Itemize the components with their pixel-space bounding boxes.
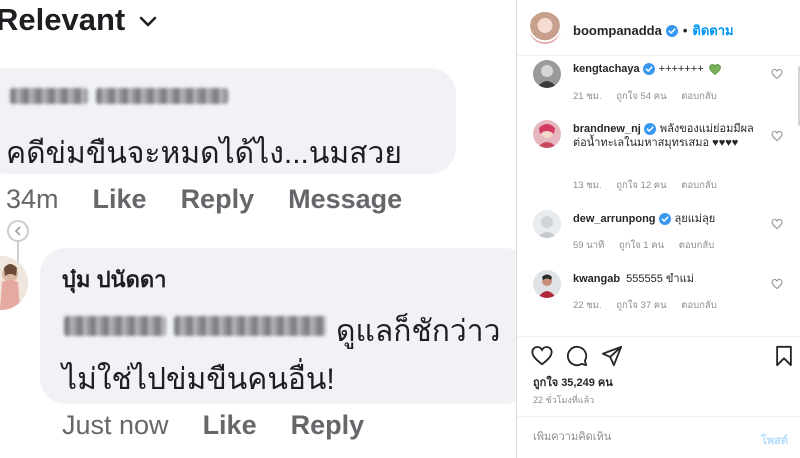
comment-sort-dropdown[interactable]: Relevant (0, 2, 157, 38)
reply-actions: Just now Like Reply (62, 410, 364, 441)
comment-actions: 34m Like Reply Message (6, 184, 402, 215)
avatar[interactable] (529, 12, 561, 44)
verified-badge-icon (642, 63, 655, 76)
comment-text-line: ดูแลก็ชักว่าว (336, 315, 501, 348)
blurred-tagged-name (64, 316, 166, 336)
collapse-thread-icon[interactable] (7, 220, 29, 242)
blurred-tagged-name (174, 316, 326, 336)
comment-like-count[interactable]: ถูกใจ 12 คน (616, 180, 666, 191)
comment-username[interactable]: dew_arrunpong (573, 213, 656, 225)
comment-username[interactable]: kwangab (573, 273, 620, 285)
share-send-icon[interactable] (601, 345, 623, 367)
comment-age: 22 ชม. (573, 300, 602, 311)
comment-meta: 22 ชม. ถูกใจ 37 คน ตอบกลับ (573, 298, 729, 313)
follow-button[interactable]: ติดตาม (692, 20, 733, 41)
comment-item: brandnew_nj พลังของแม่ย่อมมีผลต่อน้ำทะเลใ… (517, 120, 800, 193)
comment-text: 555555 ขำแม่ (626, 273, 694, 285)
verified-badge-icon (665, 24, 678, 37)
comment-item: dew_arrunpong ลุยแม่ลุย 59 นาที ถูกใจ 1 ค… (517, 210, 800, 254)
comment-body: kwangab 555555 ขำแม่ (573, 272, 763, 286)
post-like-count[interactable]: ถูกใจ 35,249 คน (533, 373, 613, 391)
instagram-comments-panel: boompanadda • ติดตาม kengtachaya +++++++ … (516, 0, 800, 458)
like-heart-icon[interactable] (531, 345, 553, 367)
blurred-author-name (10, 88, 88, 104)
comment-age: 13 ชม. (573, 180, 602, 191)
comment-text: ลุยแม่ลุย (674, 213, 716, 225)
comment-author[interactable]: บุ๋ม ปนัดดา (62, 262, 167, 297)
comment-like-count[interactable]: ถูกใจ 1 คน (619, 240, 664, 251)
comment-item: kengtachaya +++++++ 21 ชม. ถูกใจ 54 คน ตอ… (517, 60, 800, 104)
comment-text-line: ไม่ใช่ไปข่มขืนคนอื่น! (62, 363, 335, 396)
post-author: boompanadda • ติดตาม (573, 20, 734, 41)
avatar[interactable] (533, 60, 561, 88)
add-comment-bar: โพสต์ (517, 416, 800, 458)
comment-reply-button[interactable]: ตอบกลับ (681, 91, 717, 102)
like-button[interactable]: Like (93, 184, 147, 215)
heart-outline-icon[interactable] (771, 68, 783, 80)
avatar[interactable] (533, 270, 561, 298)
comment-age: 21 ชม. (573, 91, 602, 102)
add-comment-input[interactable] (533, 431, 733, 443)
sort-label: Relevant (0, 2, 126, 37)
comment-text: คดีข่มขืนจะหมดได้ไง...นมสวย (6, 137, 402, 170)
post-header: boompanadda • ติดตาม (517, 0, 800, 56)
chevron-down-icon (139, 16, 157, 27)
avatar[interactable] (533, 120, 561, 148)
comment-bubble-icon[interactable] (566, 345, 588, 367)
separator-dot: • (682, 23, 688, 38)
comment-meta: 21 ชม. ถูกใจ 54 คน ตอบกลับ (573, 89, 729, 104)
comment-reply-button[interactable]: ตอบกลับ (681, 300, 717, 311)
post-action-bar (517, 336, 800, 376)
comment-reply-button[interactable]: ตอบกลับ (679, 240, 715, 251)
author-username[interactable]: boompanadda (573, 23, 662, 38)
heart-outline-icon[interactable] (771, 130, 783, 142)
like-button[interactable]: Like (203, 410, 257, 441)
comment-time: Just now (62, 410, 169, 440)
comment-body: kengtachaya +++++++ (573, 62, 763, 76)
comment-text: +++++++ (658, 63, 704, 75)
comment-body: brandnew_nj พลังของแม่ย่อมมีผลต่อน้ำทะเลใ… (573, 122, 763, 150)
reply-button[interactable]: Reply (181, 184, 255, 215)
blurred-author-name (96, 88, 228, 104)
verified-badge-icon (643, 123, 656, 136)
avatar[interactable] (0, 256, 28, 310)
bookmark-icon[interactable] (773, 345, 795, 367)
avatar[interactable] (533, 210, 561, 238)
verified-badge-icon (658, 213, 671, 226)
facebook-comment-screenshot: Relevant คดีข่มขืนจะหมดได้ไง...นมสวย 34m… (0, 0, 516, 458)
comment-reply-button[interactable]: ตอบกลับ (681, 180, 717, 191)
comment-username[interactable]: brandnew_nj (573, 123, 641, 135)
comment-meta: 59 นาที ถูกใจ 1 คน ตอบกลับ (573, 238, 726, 253)
comment-age: 59 นาที (573, 240, 605, 251)
heart-outline-icon[interactable] (771, 218, 783, 230)
heart-outline-icon[interactable] (771, 278, 783, 290)
post-timestamp: 22 ชั่วโมงที่แล้ว (533, 395, 595, 405)
reply-button[interactable]: Reply (291, 410, 365, 441)
message-button[interactable]: Message (288, 184, 402, 215)
comment-body: dew_arrunpong ลุยแม่ลุย (573, 212, 763, 226)
comment-like-count[interactable]: ถูกใจ 54 คน (616, 91, 666, 102)
green-heart-icon (708, 63, 721, 75)
comment-like-count[interactable]: ถูกใจ 37 คน (616, 300, 666, 311)
comment-item: kwangab 555555 ขำแม่ 22 ชม. ถูกใจ 37 คน … (517, 270, 800, 314)
comment-time: 34m (6, 184, 59, 214)
post-comment-button[interactable]: โพสต์ (761, 431, 788, 449)
comment-meta: 13 ชม. ถูกใจ 12 คน ตอบกลับ (573, 178, 729, 193)
comment-username[interactable]: kengtachaya (573, 63, 640, 75)
